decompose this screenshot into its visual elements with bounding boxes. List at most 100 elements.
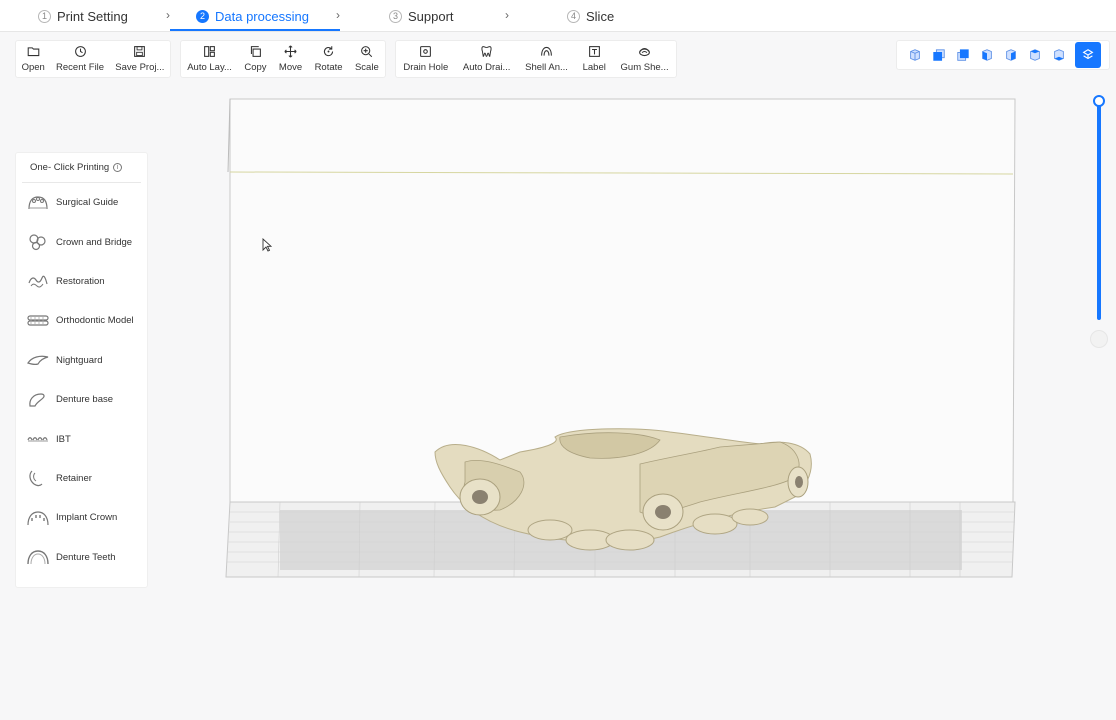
preset-restoration[interactable]: Restoration (16, 262, 147, 301)
surgical-guide-icon (28, 196, 48, 209)
step-number: 3 (389, 9, 402, 23)
view-bottom-button[interactable] (1047, 43, 1071, 67)
copy-button[interactable]: Copy (242, 41, 268, 77)
rotate-button[interactable]: Rotate (313, 41, 345, 77)
step-label: Print Setting (57, 8, 128, 24)
place-on-platform-button[interactable] (1075, 42, 1101, 68)
preset-surgical-guide[interactable]: Surgical Guide (16, 183, 147, 222)
text-icon (588, 46, 600, 57)
view-back-button[interactable] (951, 43, 975, 67)
zoom-icon (361, 46, 373, 58)
chevron-right-icon: › (336, 8, 340, 22)
tool-label: Gum She... (620, 62, 669, 73)
view-right-button[interactable] (999, 43, 1023, 67)
cube-left-icon (982, 49, 992, 61)
step-print-setting[interactable]: 1 Print Setting (38, 0, 128, 32)
view-iso-button[interactable] (903, 43, 927, 67)
preset-label: Crown and Bridge (56, 236, 133, 248)
file-toolbar: Open Recent File Save Proj... (15, 40, 171, 78)
layer-slider-track[interactable] (1097, 98, 1101, 320)
layer-slider-bottom-handle[interactable] (1090, 330, 1108, 348)
shell-icon (541, 46, 552, 56)
preset-label: Denture Teeth (56, 551, 116, 563)
crown-bridge-icon (29, 234, 46, 251)
step-data-processing[interactable]: 2 Data processing (196, 0, 309, 32)
shell-analysis-button[interactable]: Shell An... (523, 41, 570, 77)
drain-hole-button[interactable]: Drain Hole (401, 41, 450, 77)
move-icon (284, 45, 297, 58)
panel-title: One- Click Printing (30, 162, 110, 173)
preset-crown-and-bridge[interactable]: Crown and Bridge (16, 222, 147, 261)
tool-label: Auto Lay... (187, 62, 232, 73)
preset-orthodontic-model[interactable]: Orthodontic Model (16, 301, 147, 340)
move-button[interactable]: Move (277, 41, 304, 77)
copy-icon (250, 46, 261, 57)
denture-base-icon (29, 393, 45, 407)
gum-icon (639, 47, 650, 57)
view-left-button[interactable] (975, 43, 999, 67)
layout-icon (204, 46, 215, 57)
cube-back-icon (957, 49, 969, 61)
preset-implant-crown[interactable]: Implant Crown (16, 498, 147, 537)
preset-ibt[interactable]: IBT (16, 419, 147, 458)
step-support[interactable]: 3 Support (389, 0, 454, 32)
tool-label: Recent File (56, 62, 105, 73)
save-icon (134, 46, 146, 57)
step-label: Support (408, 8, 454, 24)
preset-retainer[interactable]: Retainer (16, 459, 147, 498)
step-number: 1 (38, 9, 51, 23)
view-front-button[interactable] (927, 43, 951, 67)
preset-nightguard[interactable]: Nightguard (16, 341, 147, 380)
preset-label: Retainer (56, 472, 92, 484)
build-volume-scene (225, 98, 1016, 578)
tool-label: Move (278, 62, 303, 73)
auto-layout-button[interactable]: Auto Lay... (185, 41, 234, 77)
gum-sheet-button[interactable]: Gum She... (619, 41, 671, 77)
denture-teeth-icon (27, 550, 49, 565)
tool-label: Scale (354, 62, 379, 73)
recent-file-button[interactable]: Recent File (54, 41, 106, 77)
preset-label: Surgical Guide (56, 197, 119, 209)
orthodontic-model-icon (27, 315, 49, 326)
tool-label: Label (582, 62, 606, 73)
scale-button[interactable]: Scale (353, 41, 381, 77)
step-slice[interactable]: 4 Slice (567, 0, 614, 32)
folder-icon (27, 47, 40, 57)
edit-toolbar: Auto Lay... Copy Move Rotate Scale (180, 40, 386, 78)
save-project-button[interactable]: Save Proj... (113, 41, 166, 77)
3d-viewport[interactable] (220, 92, 1030, 582)
preset-label: Restoration (56, 275, 105, 287)
preset-label: Implant Crown (56, 512, 118, 524)
tool-label: Open (21, 62, 45, 73)
step-number: 2 (196, 9, 209, 23)
preset-label: Nightguard (56, 354, 103, 366)
view-top-button[interactable] (1023, 43, 1047, 67)
panel-header: One- Click Printing i (22, 153, 141, 183)
tool-label: Copy (244, 62, 267, 73)
preset-label: Orthodontic Model (56, 315, 134, 327)
step-label: Slice (586, 8, 615, 24)
implant-crown-icon (27, 511, 49, 525)
label-button[interactable]: Label (581, 41, 608, 77)
preset-denture-teeth[interactable]: Denture Teeth (16, 538, 147, 577)
open-button[interactable]: Open (20, 41, 47, 77)
tool-label: Shell An... (525, 62, 568, 73)
auto-drain-button[interactable]: Auto Drai... (461, 41, 513, 77)
chevron-right-icon: › (166, 8, 170, 22)
cube-right-icon (1006, 49, 1016, 61)
tool-label: Drain Hole (403, 62, 449, 73)
step-label: Data processing (215, 8, 309, 24)
step-bar: 1 Print Setting › 2 Data processing › 3 … (0, 0, 1116, 32)
info-icon[interactable]: i (113, 163, 123, 172)
cube-bottom-icon (1054, 49, 1064, 61)
cube-front-icon (933, 49, 945, 61)
preset-denture-base[interactable]: Denture base (16, 380, 147, 419)
view-orientation-bar (896, 40, 1110, 70)
nightguard-icon (27, 355, 49, 366)
place-on-face-icon (1082, 49, 1094, 60)
cube-iso-icon (910, 49, 920, 61)
chevron-right-icon: › (505, 8, 509, 22)
tooth-icon (481, 46, 492, 57)
step-number: 4 (567, 9, 580, 23)
layer-slider-thumb[interactable] (1093, 95, 1105, 107)
